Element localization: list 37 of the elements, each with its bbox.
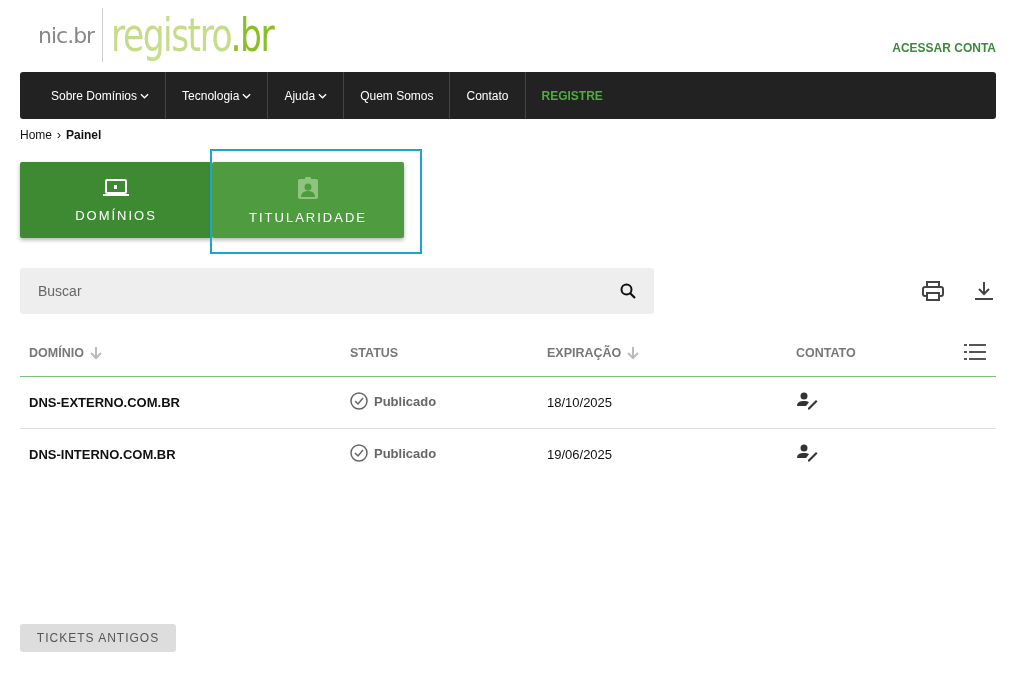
laptop-icon [102,177,130,198]
domain-name[interactable]: DNS-EXTERNO.COM.BR [29,395,180,410]
account-link[interactable]: ACESSAR CONTA [892,41,996,55]
status-text: Publicado [374,393,437,409]
caret-icon [140,93,150,99]
nav-item[interactable]: Ajuda [268,72,345,119]
status-text: Publicado [374,445,437,461]
nav-item[interactable]: Contato [450,72,526,119]
edit-contact-icon[interactable] [796,392,818,410]
expiration-date: 18/10/2025 [547,395,613,410]
nav-item[interactable]: REGISTRE [525,72,619,119]
column-header: CONTATO [796,346,856,360]
check-circle-icon [350,444,368,462]
breadcrumb-item[interactable]: Home [20,128,52,142]
domain-name[interactable]: DNS-INTERNO.COM.BR [29,447,176,462]
caret-icon [318,93,328,99]
expiration-date: 19/06/2025 [547,447,613,462]
nav-item[interactable]: Tecnologia [166,72,269,119]
edit-contact-icon[interactable] [796,444,818,462]
old-tickets-button[interactable]: TICKETS ANTIGOS [20,624,176,652]
caret-icon [242,93,252,99]
search-field[interactable]: Buscar [20,268,654,314]
breadcrumb-separator: › [57,128,61,142]
check-circle-icon [350,392,368,410]
column-header: DOMÍNIO [29,346,84,360]
list-menu-icon[interactable] [964,342,986,361]
column-header: STATUS [350,346,399,360]
nav-item[interactable]: Quem Somos [344,72,451,119]
id-badge-icon [297,175,319,200]
print-icon[interactable] [922,281,944,301]
tab[interactable]: DOMÍNIOS [20,162,212,238]
search-icon[interactable] [620,283,636,299]
nav-item[interactable]: Sobre Domínios [35,72,167,119]
column-header: EXPIRAÇÃO [547,346,622,360]
download-icon[interactable] [974,281,994,301]
breadcrumb-item[interactable]: Painel [66,128,102,142]
nic-logo-text: nic.br [38,22,95,48]
